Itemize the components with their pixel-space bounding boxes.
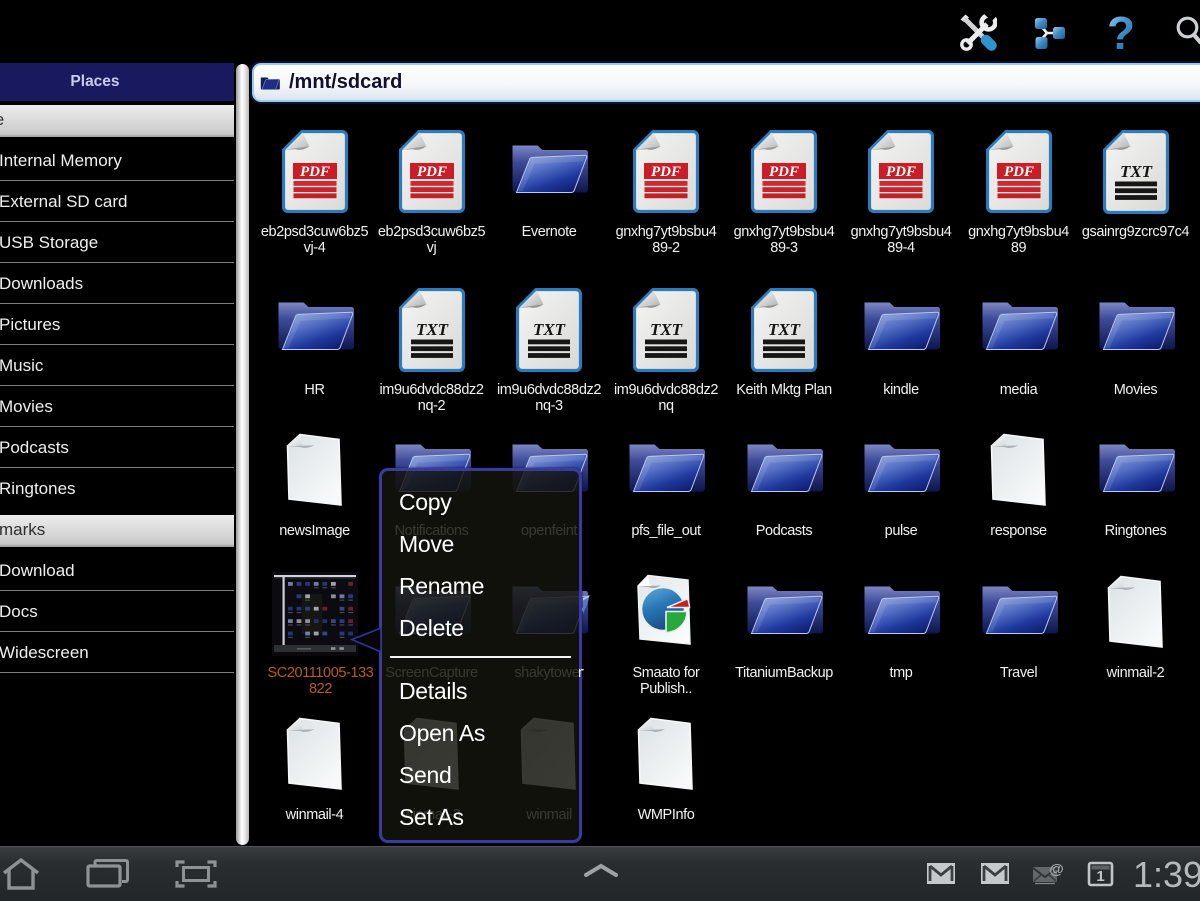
svg-text:@: @ — [1049, 861, 1064, 878]
svg-text:TXT: TXT — [533, 320, 566, 339]
svg-text:PDF: PDF — [886, 164, 916, 180]
svg-text:TXT: TXT — [1119, 162, 1152, 181]
svg-text:PDF: PDF — [1004, 164, 1034, 180]
svg-text:TXT: TXT — [650, 320, 683, 339]
svg-text:PDF: PDF — [769, 164, 799, 180]
svg-text:PDF: PDF — [417, 164, 447, 180]
svg-text:1: 1 — [1096, 868, 1104, 885]
svg-text:TXT: TXT — [415, 320, 448, 339]
svg-text:PDF: PDF — [651, 164, 681, 180]
svg-text:PDF: PDF — [300, 164, 330, 180]
svg-text:TXT: TXT — [768, 320, 801, 339]
